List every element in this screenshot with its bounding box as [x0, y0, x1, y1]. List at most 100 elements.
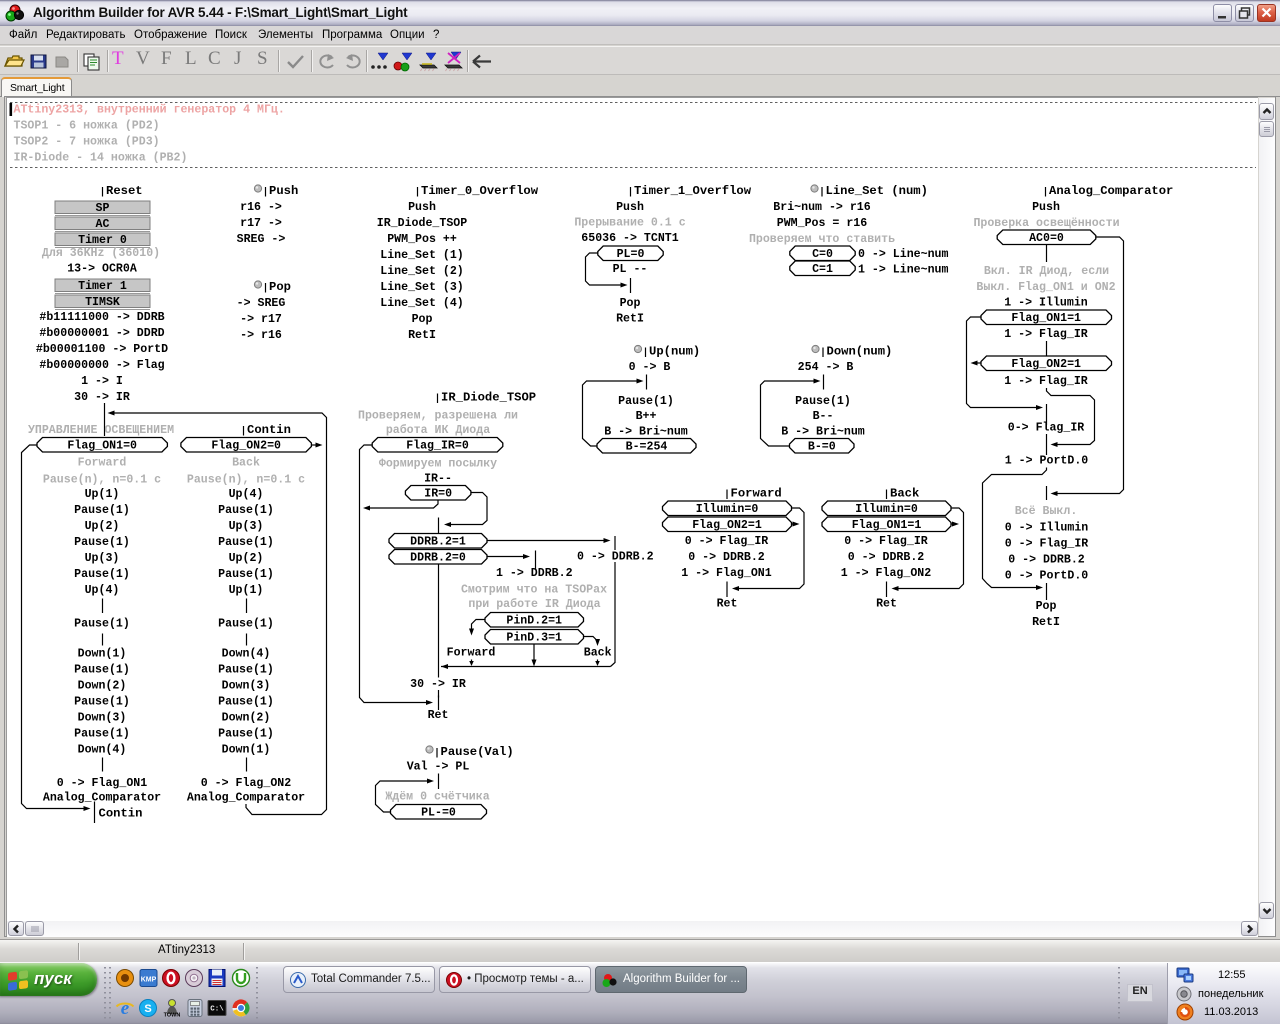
svg-text:Down(1): Down(1) [222, 744, 271, 757]
svg-text:AC0=0: AC0=0 [1029, 232, 1064, 245]
svg-text:Ret: Ret [876, 598, 897, 611]
svg-text:Ждём 0 счётчика: Ждём 0 счётчика [385, 791, 489, 804]
svg-text:0 -> DDRB.2: 0 -> DDRB.2 [848, 551, 925, 564]
svg-text:Проверка освещённости: Проверка освещённости [973, 217, 1119, 230]
svg-text:Down(4): Down(4) [78, 744, 127, 757]
svg-text:Прерывание 0.1 с: Прерывание 0.1 с [574, 217, 685, 230]
svg-text:TSOP1 - 6 ножка (PD2): TSOP1 - 6 ножка (PD2) [14, 120, 160, 133]
svg-text:Pause(1): Pause(1) [218, 536, 274, 549]
svg-text:Вкл. IR Диод, если: Вкл. IR Диод, если [984, 265, 1109, 278]
svg-text:Pause(n), n=0.1 с: Pause(n), n=0.1 с [187, 474, 305, 487]
svg-text:0 -> Flag_ON1: 0 -> Flag_ON1 [57, 777, 147, 790]
svg-text:Timer 0: Timer 0 [78, 234, 127, 247]
svg-text:Line_Set (3): Line_Set (3) [380, 281, 464, 294]
svg-text:Timer_1_Overflow: Timer_1_Overflow [634, 184, 752, 198]
svg-text:Analog_Comparator: Analog_Comparator [43, 792, 161, 805]
svg-text:Back: Back [584, 647, 612, 660]
svg-text:PL --: PL -- [613, 263, 648, 276]
svg-text:B -> Bri~num: B -> Bri~num [604, 426, 688, 439]
svg-text:1 -> Flag_IR: 1 -> Flag_IR [1004, 328, 1088, 341]
svg-text:0 -> Flag_IR: 0 -> Flag_IR [685, 535, 769, 548]
svg-text:B++: B++ [636, 410, 657, 423]
svg-text:S: S [144, 1003, 151, 1015]
svg-text:Flag_IR=0: Flag_IR=0 [406, 439, 469, 452]
svg-text:Illumin=0: Illumin=0 [696, 503, 759, 516]
svg-text:Ret: Ret [717, 598, 738, 611]
svg-text:Down(3): Down(3) [78, 712, 127, 725]
svg-text:1 -> Line~num: 1 -> Line~num [858, 264, 948, 277]
svg-text:Forward: Forward [731, 487, 782, 501]
svg-text:Pause(1): Pause(1) [74, 618, 130, 631]
svg-text:SREG ->: SREG -> [237, 233, 286, 246]
svg-text:Up(num): Up(num) [649, 345, 700, 359]
svg-text:KMP: KMP [141, 977, 157, 984]
svg-text:0 -> Illumin: 0 -> Illumin [1005, 522, 1089, 535]
svg-text:PL=0: PL=0 [617, 248, 645, 261]
svg-text:Для 36KHz (36010): Для 36KHz (36010) [42, 247, 160, 260]
svg-text:Проверяем, разрешена ли: Проверяем, разрешена ли [358, 410, 518, 423]
svg-text:ATtiny2313, внутренний генерат: ATtiny2313, внутренний генератор 4 МГц. [14, 104, 285, 117]
svg-text:Up(2): Up(2) [229, 552, 264, 565]
svg-text:Flag_ON1=1: Flag_ON1=1 [852, 519, 922, 532]
svg-text:30 -> IR: 30 -> IR [410, 678, 466, 691]
svg-text:Pause(n), n=0.1 с: Pause(n), n=0.1 с [43, 474, 161, 487]
svg-text:#b00000000 -> Flag: #b00000000 -> Flag [39, 359, 164, 372]
svg-text:Up(1): Up(1) [85, 488, 120, 501]
svg-text:IR_Diode_TSOP: IR_Diode_TSOP [441, 391, 536, 405]
svg-text:TSOP2 - 7 ножка (PD3): TSOP2 - 7 ножка (PD3) [14, 136, 160, 149]
svg-text:Pause(1): Pause(1) [74, 728, 130, 741]
svg-text:Pop: Pop [1036, 600, 1057, 613]
svg-text:Ret: Ret [428, 709, 449, 722]
svg-text:RetI: RetI [408, 329, 436, 342]
svg-text:Line_Set (4): Line_Set (4) [380, 297, 464, 310]
svg-text:Forward: Forward [78, 457, 127, 470]
svg-text:УПРАВЛЕНИЕ ОСВЕЩЕНИЕМ: УПРАВЛЕНИЕ ОСВЕЩЕНИЕМ [28, 424, 174, 437]
svg-text:RetI: RetI [616, 313, 644, 326]
svg-text:Push: Push [269, 184, 298, 198]
svg-text:Line_Set (1): Line_Set (1) [380, 249, 464, 262]
svg-text:1 -> Flag_ON1: 1 -> Flag_ON1 [681, 567, 771, 580]
svg-text:Contin: Contin [99, 807, 143, 821]
svg-text:Pause(1): Pause(1) [218, 664, 274, 677]
svg-text:1 -> Illumin: 1 -> Illumin [1004, 297, 1088, 310]
svg-text:e: e [121, 998, 130, 1018]
svg-text:#b00001100 -> PortD: #b00001100 -> PortD [36, 343, 168, 356]
svg-text:65036 -> TCNT1: 65036 -> TCNT1 [581, 232, 678, 245]
svg-text:Reset: Reset [106, 184, 143, 198]
svg-text:0 -> PortD.0: 0 -> PortD.0 [1005, 570, 1089, 583]
svg-text:Pop: Pop [269, 280, 291, 294]
svg-text:B--: B-- [813, 410, 834, 423]
svg-text:Flag_ON1=0: Flag_ON1=0 [67, 439, 137, 452]
svg-text:IR=0: IR=0 [424, 487, 452, 500]
svg-text:Pop: Pop [412, 313, 433, 326]
svg-text:Down(3): Down(3) [222, 680, 271, 693]
svg-text:Pop: Pop [620, 297, 641, 310]
svg-text:Pause(1): Pause(1) [74, 536, 130, 549]
svg-text:0 -> Flag_ON2: 0 -> Flag_ON2 [201, 777, 291, 790]
svg-text:Pause(1): Pause(1) [74, 568, 130, 581]
svg-text:0 -> Line~num: 0 -> Line~num [858, 248, 948, 261]
svg-text:0-> Flag_IR: 0-> Flag_IR [1008, 422, 1085, 435]
svg-text:Pause(1): Pause(1) [218, 696, 274, 709]
svg-text:PinD.2=1: PinD.2=1 [506, 614, 562, 627]
svg-text:SP: SP [96, 202, 110, 215]
svg-text:B-=254: B-=254 [626, 440, 668, 453]
svg-text:#b00000001 -> DDRD: #b00000001 -> DDRD [39, 327, 164, 340]
svg-text:Up(2): Up(2) [85, 520, 120, 533]
svg-text:r17 ->: r17 -> [240, 217, 282, 230]
svg-text:r16 ->: r16 -> [240, 201, 282, 214]
svg-text:Analog_Comparator: Analog_Comparator [1049, 184, 1173, 198]
svg-text:1 -> DDRB.2: 1 -> DDRB.2 [496, 567, 573, 580]
svg-text:0 -> Flag_IR: 0 -> Flag_IR [844, 535, 928, 548]
svg-text:Формируем посылку: Формируем посылку [379, 458, 497, 471]
svg-text:13-> OCR0A: 13-> OCR0A [67, 263, 137, 276]
svg-text:Forward: Forward [447, 647, 496, 660]
svg-text:Pause(1): Pause(1) [218, 568, 274, 581]
svg-text:DDRB.2=1: DDRB.2=1 [410, 535, 466, 548]
svg-text:-> r16: -> r16 [240, 329, 282, 342]
svg-text:Push: Push [408, 201, 436, 214]
svg-text:Down(1): Down(1) [78, 648, 127, 661]
svg-text:Down(2): Down(2) [78, 680, 127, 693]
svg-text:PL-=0: PL-=0 [421, 806, 456, 819]
svg-text:C=0: C=0 [812, 248, 833, 261]
